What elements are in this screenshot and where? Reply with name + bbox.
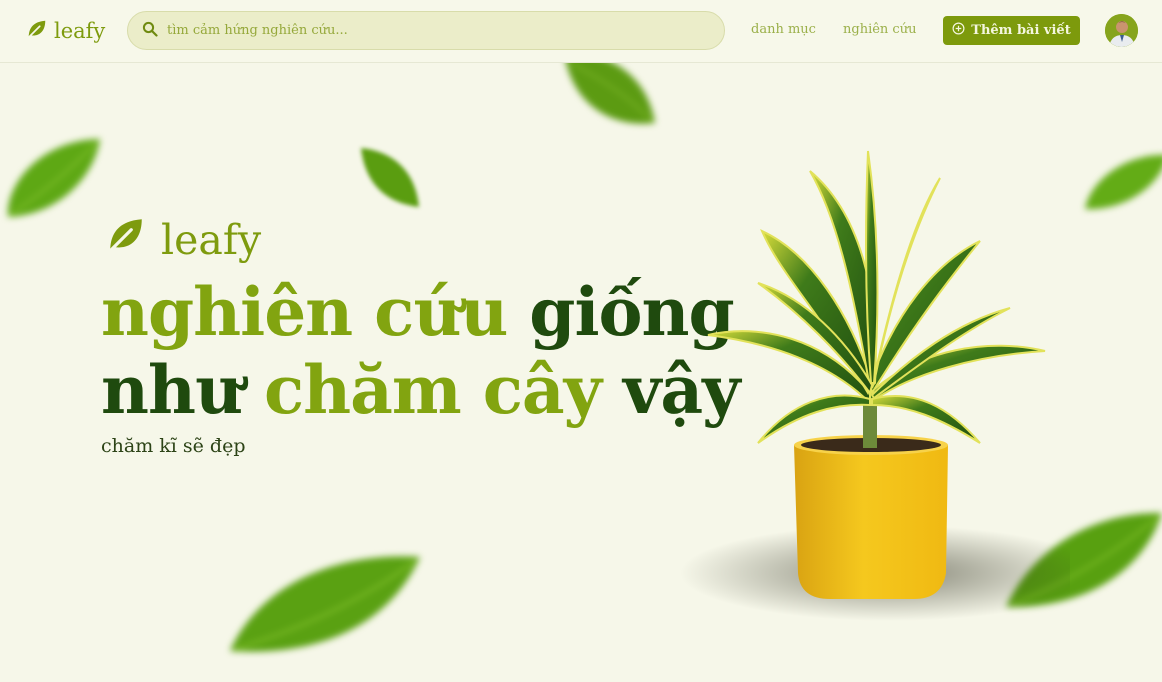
floating-leaf-icon — [1085, 155, 1162, 210]
leaf-icon — [26, 18, 48, 45]
add-post-button[interactable]: Thêm bài viết — [943, 16, 1080, 45]
leaf-icon — [105, 214, 147, 266]
avatar[interactable] — [1105, 14, 1138, 47]
search-bar[interactable] — [127, 11, 725, 50]
nav-link-research[interactable]: nghiên cứu — [843, 22, 916, 37]
hero-headline: nghiên cứu giống như chăm cây vậy — [101, 273, 740, 429]
search-icon — [142, 21, 158, 41]
add-post-label: Thêm bài viết — [971, 23, 1071, 38]
floating-leaf-icon — [361, 148, 419, 207]
hero-brand: leafy — [105, 216, 262, 264]
floating-leaf-icon — [7, 139, 100, 217]
hero-section: leafy nghiên cứu giống như chăm cây vậy … — [0, 63, 1162, 682]
headline-part: như — [101, 351, 243, 429]
headline-part: chăm cây — [263, 351, 602, 429]
floating-leaf-icon — [230, 556, 420, 652]
hero-brand-name: leafy — [161, 216, 262, 264]
potted-plant-image — [680, 150, 1070, 621]
hero-tagline: chăm kĩ sẽ đẹp — [101, 435, 246, 457]
brand-name: leafy — [54, 19, 106, 43]
top-navbar: leafy danh mục nghiên cứu Thêm bài viết — [0, 0, 1162, 63]
floating-leaf-icon — [566, 63, 655, 124]
headline-part: nghiên cứu — [101, 273, 508, 351]
plus-circle-icon — [952, 22, 965, 39]
brand-logo[interactable]: leafy — [26, 17, 105, 45]
search-input[interactable] — [167, 23, 707, 38]
nav-link-categories[interactable]: danh mục — [751, 22, 816, 37]
